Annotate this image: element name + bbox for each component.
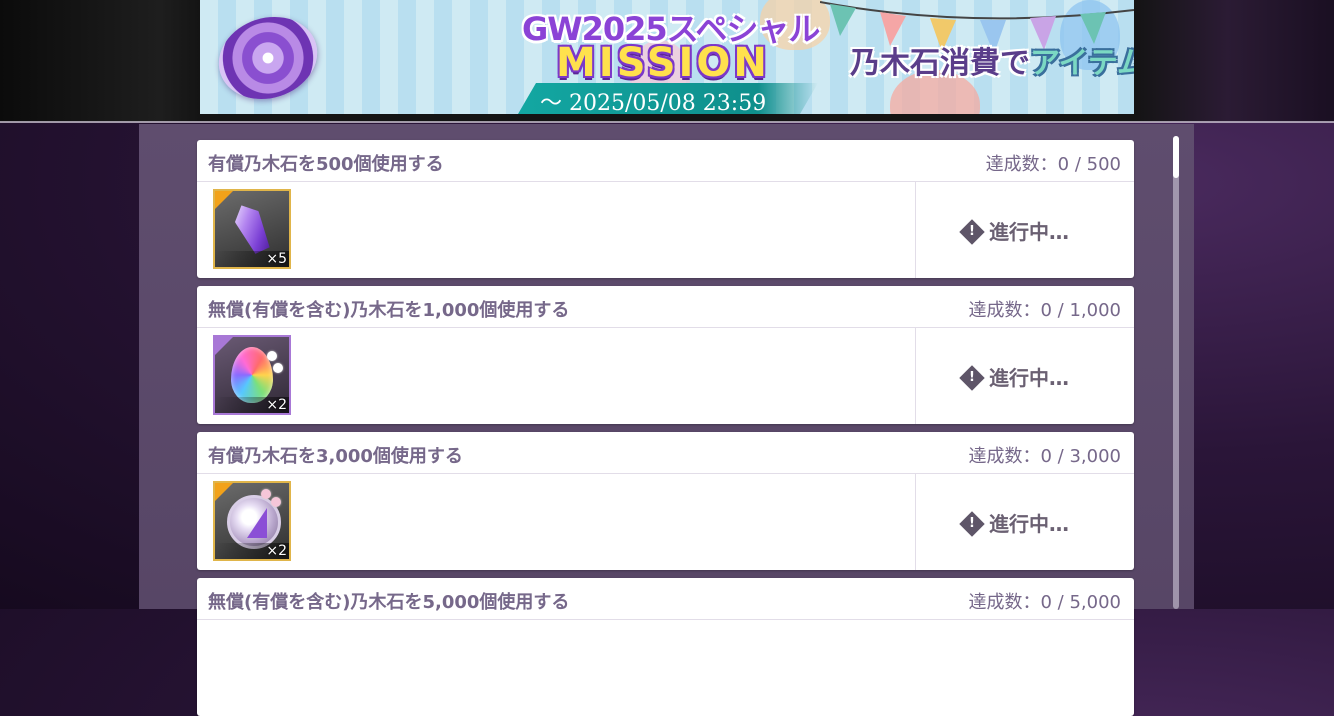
deadline-text: ～ 2025/05/08 23:59 — [540, 91, 767, 114]
purple-crystal-icon — [230, 200, 275, 256]
mission-status: ! 進行中… — [959, 216, 1069, 245]
flower-decoration — [271, 497, 281, 507]
mission-status: ! 進行中… — [959, 508, 1069, 537]
mission-status-label: 進行中… — [989, 512, 1069, 536]
exclamation-icon: ! — [959, 365, 985, 391]
disc-icon — [208, 4, 328, 112]
mission-progress: 達成数：0 / 1,000 — [968, 300, 1122, 321]
reward-item-slot[interactable]: ×2 — [213, 335, 291, 415]
banner-subtitle-part1: 乃木石消費で — [850, 46, 1030, 81]
mission-card: 有償乃木石を500個使用する 達成数：0 / 500 ×5 ! 進行中… — [197, 140, 1134, 278]
deadline-ribbon: ～ 2025/05/08 23:59 — [518, 83, 818, 114]
event-banner: GW2025スペシャル MISSION ～ 2025/05/08 23:59 乃… — [200, 0, 1134, 114]
flower-decoration — [273, 363, 283, 373]
rarity-corner — [215, 483, 233, 501]
exclamation-icon: ! — [959, 219, 985, 245]
header-divider — [0, 121, 1334, 123]
reward-item-slot[interactable]: ×2 — [213, 481, 291, 561]
banner-mission-label: MISSION — [556, 40, 770, 86]
column-divider — [915, 473, 916, 570]
mission-card: 無償(有償を含む)乃木石を5,000個使用する 達成数：0 / 5,000 — [197, 578, 1134, 716]
scrollbar-track[interactable] — [1173, 136, 1179, 609]
banner-subtitle-part2: アイテムを入手！ — [1030, 46, 1134, 81]
mission-status-label: 進行中… — [989, 220, 1069, 244]
exclamation-icon: ! — [959, 511, 985, 537]
mission-status-label: 進行中… — [989, 366, 1069, 390]
mission-title: 有償乃木石を500個使用する — [208, 154, 444, 175]
rarity-corner — [215, 191, 233, 209]
mission-card: 有償乃木石を3,000個使用する 達成数：0 / 3,000 ×2 ! 進行中… — [197, 432, 1134, 570]
mission-progress: 達成数：0 / 500 — [985, 154, 1121, 175]
rarity-corner — [215, 337, 233, 355]
mission-title: 無償(有償を含む)乃木石を1,000個使用する — [208, 300, 570, 321]
mission-status: ! 進行中… — [959, 362, 1069, 391]
mission-progress: 達成数：0 / 5,000 — [968, 592, 1122, 613]
mission-title: 有償乃木石を3,000個使用する — [208, 446, 463, 467]
scrollbar-thumb[interactable] — [1173, 136, 1179, 178]
column-divider — [915, 181, 916, 278]
reward-quantity: ×2 — [266, 543, 287, 559]
banner-subtitle: 乃木石消費でアイテムを入手！ — [850, 38, 1134, 82]
reward-item-slot[interactable]: ×5 — [213, 189, 291, 269]
reward-quantity: ×5 — [266, 251, 287, 267]
column-divider — [915, 327, 916, 424]
mission-card-header: 無償(有償を含む)乃木石を5,000個使用する 達成数：0 / 5,000 — [197, 578, 1134, 620]
flower-decoration — [261, 489, 271, 499]
flower-decoration — [267, 351, 277, 361]
mission-card: 無償(有償を含む)乃木石を1,000個使用する 達成数：0 / 1,000 ×2… — [197, 286, 1134, 424]
mission-card-header: 無償(有償を含む)乃木石を1,000個使用する 達成数：0 / 1,000 — [197, 286, 1134, 328]
mission-title: 無償(有償を含む)乃木石を5,000個使用する — [208, 592, 570, 613]
mission-card-header: 有償乃木石を3,000個使用する 達成数：0 / 3,000 — [197, 432, 1134, 474]
mission-card-header: 有償乃木石を500個使用する 達成数：0 / 500 — [197, 140, 1134, 182]
mission-progress: 達成数：0 / 3,000 — [968, 446, 1122, 467]
reward-quantity: ×2 — [266, 397, 287, 413]
